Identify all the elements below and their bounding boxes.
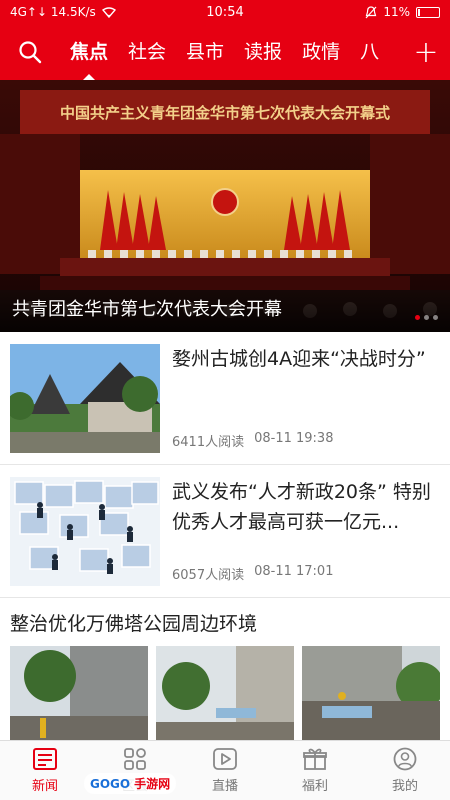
carousel-dot[interactable] [424,315,429,320]
publish-time: 08-11 19:38 [254,431,334,446]
wifi-icon [101,6,116,18]
battery-icon [416,6,440,18]
news-item[interactable]: 婺州古城创4A迎来“决战时分” 6411人阅读 08-11 19:38 [0,332,450,465]
battery-percent: 11% [383,5,410,19]
article-image [10,646,148,742]
carousel-dot[interactable] [415,315,420,320]
top-nav: 焦点 社会 县市 读报 政情 八 + [0,24,450,80]
nav-label: 新闻 [31,779,58,794]
tab-zhengqing[interactable]: 政情 [292,24,350,80]
triple-image-article[interactable]: 整治优化万佛塔公园周边环境 [0,598,450,742]
nav-label: 福利 [301,779,328,794]
play-icon [213,748,237,770]
news-body: 婺州古城创4A迎来“决战时分” 6411人阅读 08-11 19:38 [160,344,440,452]
news-meta: 6411人阅读 08-11 19:38 [172,431,440,452]
news-title: 婺州古城创4A迎来“决战时分” [172,348,426,370]
watermark-logo: GOGO 手游网 [84,773,177,794]
grid-icon [124,748,146,770]
watermark-brand: GOGO [90,776,131,791]
tab-more-partial[interactable]: 八 [350,24,389,80]
bottom-nav: 新闻 区县 直播 福利 我的 GOGO手游网 [0,740,450,800]
news-thumbnail [10,344,160,453]
status-bar: 4G↑↓ 14.5K/s 10:54 11% [0,0,450,24]
network-speed: 4G↑↓ 14.5K/s [10,5,96,19]
read-count: 6057人阅读 [172,568,245,583]
news-title: 整治优化万佛塔公园周边环境 [10,613,258,635]
news-list: 婺州古城创4A迎来“决战时分” 6411人阅读 08-11 19:38 武义发布… [0,332,450,598]
nav-news[interactable]: 新闻 [0,741,90,800]
status-time: 10:54 [206,4,244,20]
hero-caption: 共青团金华市第七次代表大会开幕 [0,290,450,332]
tab-xianshi[interactable]: 县市 [176,24,234,80]
channel-tabs: 焦点 社会 县市 读报 政情 八 [60,24,402,80]
article-images [0,646,450,742]
article-image [302,646,440,742]
news-body: 武义发布“人才新政20条” 特别优秀人才最高可获一亿元... 6057人阅读 0… [160,477,440,585]
news-thumbnail [10,477,160,586]
tab-shehui[interactable]: 社会 [118,24,176,80]
nav-label: 直播 [211,779,238,794]
publish-time: 08-11 17:01 [254,564,334,579]
battery-level [418,8,420,16]
hero-banner[interactable]: 中国共产主义青年团金华市第七次代表大会开幕式 共青团金华市第七次代表大会开幕 [0,80,450,332]
news-meta: 6057人阅读 08-11 17:01 [172,564,440,585]
hero-banner-text: 中国共产主义青年团金华市第七次代表大会开幕式 [60,104,390,122]
bell-muted-icon [365,5,377,18]
status-left: 4G↑↓ 14.5K/s [10,5,170,19]
read-count: 6411人阅读 [172,435,245,450]
article-image [156,646,294,742]
gift-icon [303,748,327,770]
search-icon [19,41,42,64]
add-channel-button[interactable]: + [402,24,450,80]
carousel-dot[interactable] [433,315,438,320]
nav-label: 我的 [391,779,418,794]
news-item[interactable]: 武义发布“人才新政20条” 特别优秀人才最高可获一亿元... 6057人阅读 0… [0,465,450,598]
tab-jiaodian[interactable]: 焦点 [60,24,118,80]
status-right: 11% [280,5,440,19]
news-title: 武义发布“人才新政20条” 特别优秀人才最高可获一亿元... [172,481,431,533]
carousel-dots [415,315,438,320]
news-icon [33,748,57,770]
nav-mine[interactable]: 我的 [360,741,450,800]
watermark-suffix: 手游网 [134,777,171,791]
tab-dubao[interactable]: 读报 [234,24,292,80]
nav-live[interactable]: 直播 [180,741,270,800]
user-icon [393,747,417,771]
nav-welfare[interactable]: 福利 [270,741,360,800]
search-button[interactable] [0,24,60,80]
